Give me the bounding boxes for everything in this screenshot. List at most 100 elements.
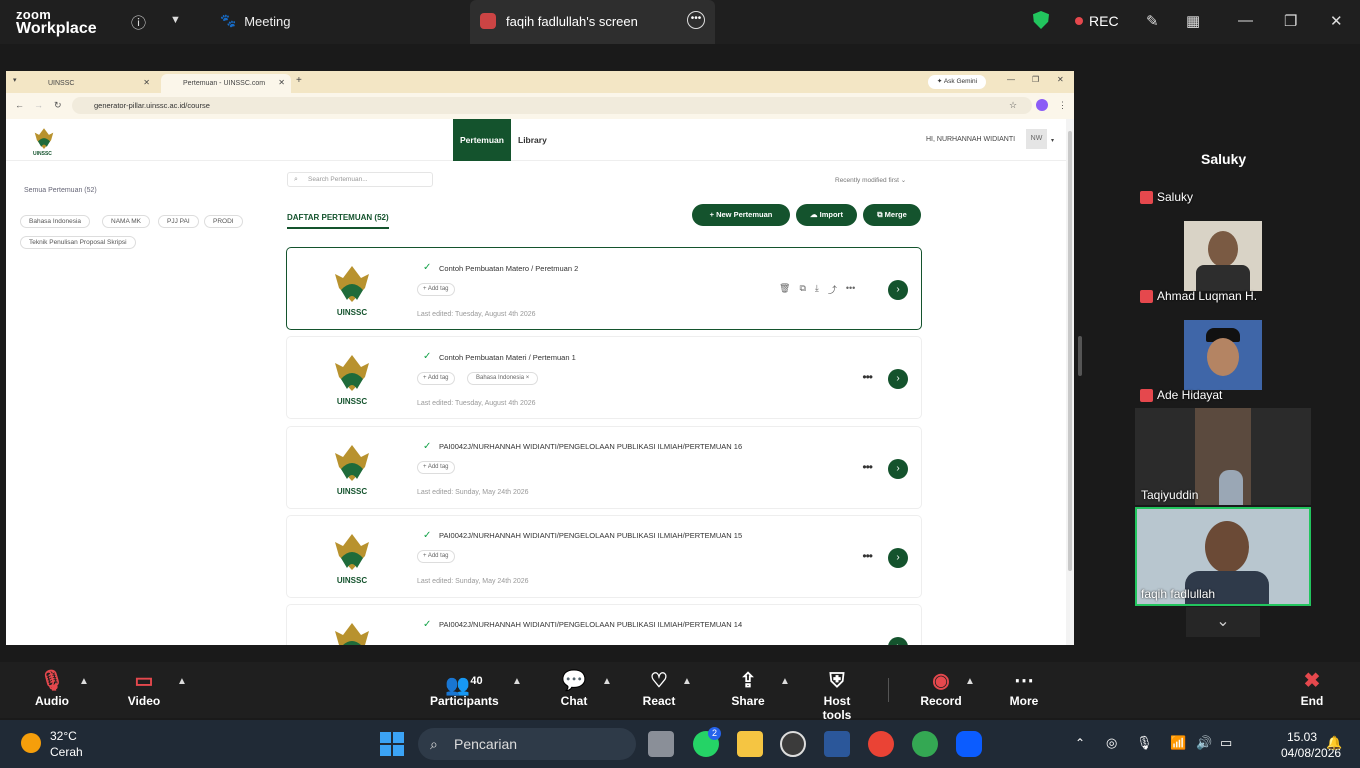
- minimize-icon[interactable]: —: [1238, 12, 1253, 29]
- task-view-icon[interactable]: [648, 731, 674, 757]
- merge-button[interactable]: ⧉ Merge: [863, 204, 921, 226]
- more-dots-icon[interactable]: •••: [862, 460, 873, 474]
- video-button[interactable]: ▭ Video: [124, 668, 164, 708]
- tray-overflow-icon[interactable]: ⌃: [1075, 736, 1085, 750]
- panel-resize-handle[interactable]: [1078, 336, 1082, 376]
- card-title[interactable]: Contoh Pembuatan Materi / Pertemuan 1: [439, 353, 576, 362]
- more-dots-icon[interactable]: •••: [862, 370, 873, 384]
- weather-sun-icon[interactable]: [21, 733, 41, 753]
- windows-start-icon[interactable]: [380, 732, 404, 756]
- open-arrow-icon[interactable]: ›: [888, 459, 908, 479]
- profile-icon[interactable]: [1036, 99, 1048, 111]
- list-title-tab[interactable]: DAFTAR PERTEMUAN (52): [287, 213, 389, 229]
- notification-icon[interactable]: 🔔: [1326, 735, 1342, 751]
- share-caret-icon[interactable]: ▲: [780, 676, 790, 687]
- scrollbar-thumb[interactable]: [1068, 131, 1072, 571]
- trash-icon[interactable]: 🗑: [779, 283, 790, 296]
- new-pertemuan-button[interactable]: + New Pertemuan: [692, 204, 790, 226]
- meeting-tab[interactable]: 🐾 Meeting: [220, 13, 290, 29]
- pertemuan-card[interactable]: UINSSC ✓ Contoh Pembuatan Materi / Perte…: [287, 337, 921, 418]
- card-title[interactable]: Contoh Pembuatan Matero / Peretmuan 2: [439, 264, 578, 273]
- share-screen-tab[interactable]: faqih fadlullah's screen •••: [470, 0, 715, 44]
- browser-tab-pertemuan[interactable]: Pertemuan - UINSSC.com ✕: [161, 74, 291, 93]
- chrome-profile-icon[interactable]: [912, 731, 938, 757]
- close-icon[interactable]: ✕: [1330, 12, 1343, 30]
- tab-close-icon[interactable]: ✕: [143, 78, 150, 87]
- chat-caret-icon[interactable]: ▲: [602, 676, 612, 687]
- user-menu-caret-icon[interactable]: ▾: [1051, 137, 1054, 144]
- browser-minimize-icon[interactable]: —: [1007, 75, 1015, 84]
- audio-options-caret-icon[interactable]: ▲: [79, 676, 89, 687]
- battery-icon[interactable]: ▭: [1220, 735, 1232, 751]
- zoom-app-icon[interactable]: [956, 731, 982, 757]
- weather-widget[interactable]: 32°C Cerah: [50, 728, 83, 760]
- share-icon[interactable]: ⤴: [828, 283, 837, 296]
- open-arrow-icon[interactable]: ›: [888, 369, 908, 389]
- word-icon[interactable]: [824, 731, 850, 757]
- browser-close-icon[interactable]: ✕: [1057, 75, 1064, 84]
- chevron-down-icon[interactable]: ▼: [170, 14, 181, 26]
- card-title[interactable]: PAI0042J/NURHANNAH WIDIANTI/PENGELOLAAN …: [439, 531, 742, 540]
- forward-icon[interactable]: →: [34, 100, 43, 110]
- card-title[interactable]: PAI0042J/NURHANNAH WIDIANTI/PENGELOLAAN …: [439, 620, 742, 629]
- video-tile-ade[interactable]: [1184, 320, 1262, 390]
- recording-indicator[interactable]: REC: [1075, 13, 1119, 29]
- nav-library[interactable]: Library: [511, 119, 554, 161]
- record-caret-icon[interactable]: ▲: [965, 676, 975, 687]
- security-shield-icon[interactable]: [1033, 11, 1049, 29]
- browser-restore-icon[interactable]: ❐: [1032, 75, 1039, 84]
- filter-chip-prodi[interactable]: PRODI: [204, 215, 243, 228]
- more-options-icon[interactable]: •••: [687, 11, 705, 29]
- open-arrow-icon[interactable]: ›: [888, 637, 908, 645]
- obs-icon[interactable]: [780, 731, 806, 757]
- volume-icon[interactable]: 🔊: [1196, 735, 1212, 751]
- more-button[interactable]: ⋯ More: [1006, 668, 1042, 708]
- back-icon[interactable]: ←: [15, 100, 24, 110]
- filter-chip-pjj-pai[interactable]: PJJ PAI: [158, 215, 199, 228]
- import-button[interactable]: ☁ Import: [796, 204, 857, 226]
- card-title[interactable]: PAI0042J/NURHANNAH WIDIANTI/PENGELOLAAN …: [439, 442, 742, 451]
- filter-chip-nama-mk[interactable]: NAMA MK: [102, 215, 150, 228]
- more-dots-icon[interactable]: •••: [846, 283, 855, 296]
- participants-caret-icon[interactable]: ▲: [512, 676, 522, 687]
- ask-gemini-button[interactable]: ✦ Ask Gemini: [928, 75, 986, 89]
- video-options-caret-icon[interactable]: ▲: [177, 676, 187, 687]
- restore-icon[interactable]: ❐: [1284, 12, 1297, 30]
- new-tab-icon[interactable]: +: [296, 75, 302, 86]
- add-tag-button[interactable]: + Add tag: [417, 283, 455, 296]
- annotate-icon[interactable]: ✎: [1146, 12, 1159, 30]
- record-button[interactable]: ◉ Record: [920, 668, 962, 708]
- download-icon[interactable]: ⤓: [815, 283, 819, 296]
- nav-pertemuan[interactable]: Pertemuan: [453, 119, 511, 161]
- tab-close-icon[interactable]: ✕: [278, 78, 285, 87]
- user-avatar[interactable]: NW: [1026, 129, 1047, 149]
- end-meeting-button[interactable]: ✖ End: [1294, 668, 1330, 708]
- taskbar-clock[interactable]: 15.03 04/08/2026: [1281, 729, 1341, 761]
- chrome-icon[interactable]: [868, 731, 894, 757]
- pertemuan-card[interactable]: UINSSC ✓ PAI0042J/NURHANNAH WIDIANTI/PEN…: [287, 516, 921, 597]
- tag-chip-bahasa-indonesia[interactable]: Bahasa Indonesia ×: [467, 372, 539, 385]
- audio-button[interactable]: 🎙 Audio: [32, 668, 72, 708]
- taskbar-search[interactable]: ⌕ Pencarian: [418, 728, 636, 760]
- tab-menu-icon[interactable]: ▾: [13, 76, 17, 84]
- reload-icon[interactable]: ↻: [54, 100, 62, 111]
- sort-dropdown[interactable]: Recently modified first ⌄: [835, 176, 906, 184]
- address-bar[interactable]: generator-pillar.uinssc.ac.id/course: [72, 97, 1032, 114]
- pertemuan-card[interactable]: UINSSC ✓ PAI0042J/NURHANNAH WIDIANTI/PEN…: [287, 427, 921, 508]
- gallery-scroll-down-icon[interactable]: ⌄: [1186, 607, 1260, 637]
- react-button[interactable]: ♡ React: [640, 668, 678, 708]
- open-arrow-icon[interactable]: ›: [888, 548, 908, 568]
- react-caret-icon[interactable]: ▲: [682, 676, 692, 687]
- browser-tab-uinssc[interactable]: UINSSC ✕: [26, 74, 156, 93]
- copy-icon[interactable]: ⧉: [799, 283, 805, 296]
- more-dots-icon[interactable]: •••: [862, 549, 873, 563]
- participants-button[interactable]: 👥40 Participants: [430, 668, 499, 708]
- tray-mic-icon[interactable]: 🎙: [1136, 735, 1153, 751]
- filter-chip-teknik-penulisan[interactable]: Teknik Penulisan Proposal Skripsi: [20, 236, 136, 249]
- host-tools-button[interactable]: ⛨ Host tools: [808, 668, 866, 722]
- info-icon[interactable]: ⓘ: [131, 12, 146, 33]
- tray-app-icon[interactable]: ◎: [1106, 735, 1117, 751]
- chat-button[interactable]: 💬 Chat: [556, 668, 592, 708]
- bookmark-star-icon[interactable]: ☆: [1009, 100, 1017, 111]
- browser-menu-icon[interactable]: ⋮: [1058, 100, 1067, 111]
